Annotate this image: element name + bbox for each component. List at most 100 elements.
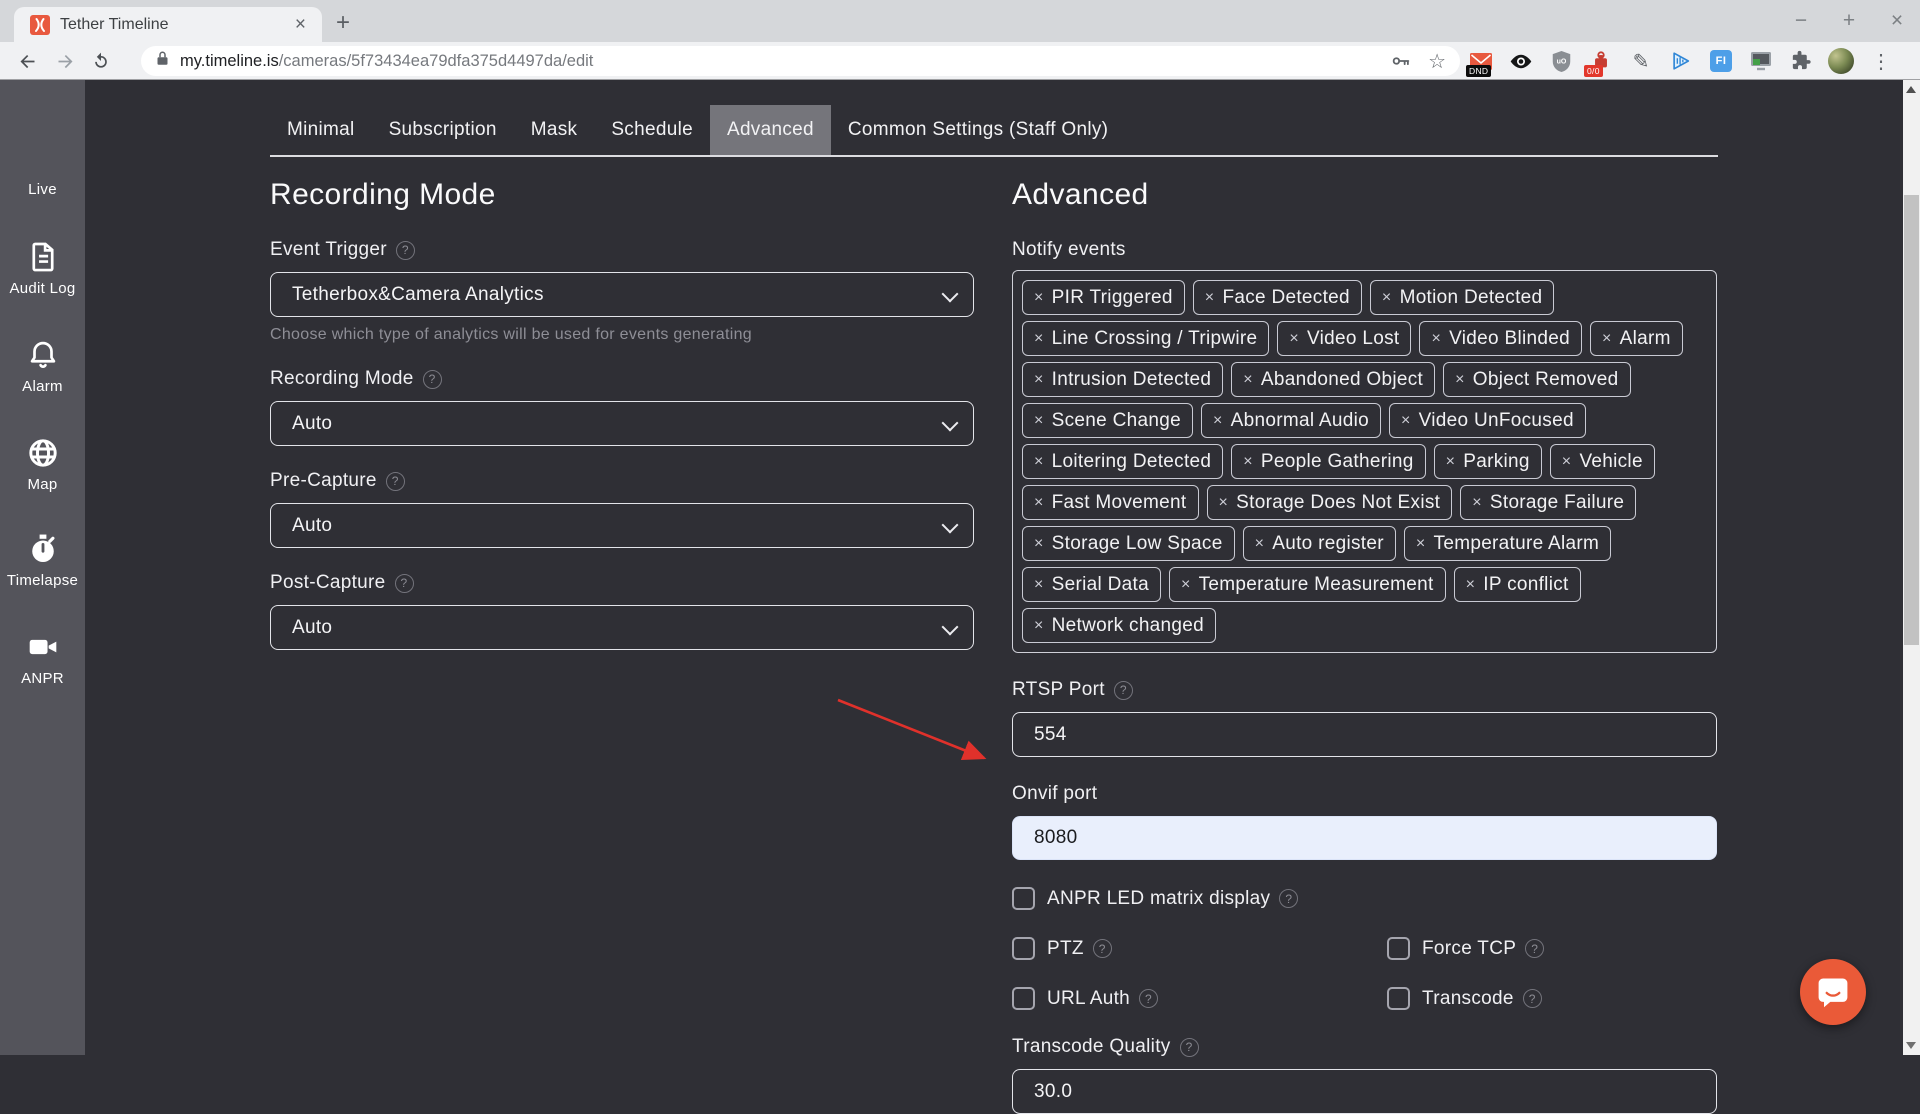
help-icon[interactable]: ?	[396, 241, 415, 260]
sidebar-item-alarm[interactable]: Alarm	[0, 338, 85, 395]
help-icon[interactable]: ?	[1180, 1038, 1199, 1057]
remove-tag-icon[interactable]: ×	[1034, 289, 1044, 307]
notify-event-tag[interactable]: ×Abandoned Object	[1231, 362, 1435, 397]
remove-tag-icon[interactable]: ×	[1243, 453, 1253, 471]
notify-event-tag[interactable]: ×Line Crossing / Tripwire	[1022, 321, 1269, 356]
notify-event-tag[interactable]: ×Object Removed	[1443, 362, 1630, 397]
help-icon[interactable]: ?	[1139, 989, 1158, 1008]
bookmark-star-icon[interactable]: ☆	[1428, 49, 1446, 74]
minimize-window-icon[interactable]: −	[1792, 9, 1810, 33]
checkbox-box[interactable]	[1012, 887, 1035, 910]
remove-tag-icon[interactable]: ×	[1181, 576, 1191, 594]
menu-dots-icon[interactable]: ⋮	[1866, 46, 1896, 76]
checkbox-url-auth[interactable]: URL Auth?	[1012, 987, 1387, 1010]
notify-event-tag[interactable]: ×Video Lost	[1277, 321, 1411, 356]
notify-event-tag[interactable]: ×Abnormal Audio	[1201, 403, 1381, 438]
remove-tag-icon[interactable]: ×	[1243, 371, 1253, 389]
eye-icon[interactable]	[1506, 46, 1536, 76]
event-trigger-select[interactable]: Tetherbox&Camera Analytics	[270, 272, 974, 317]
forward-button[interactable]	[52, 48, 78, 74]
checkbox-transcode[interactable]: Transcode?	[1387, 987, 1717, 1010]
scroll-down-icon[interactable]	[1906, 1042, 1916, 1049]
notify-event-tag[interactable]: ×PIR Triggered	[1022, 280, 1185, 315]
recording-mode-select[interactable]: Auto	[270, 401, 974, 446]
stream-counter-icon[interactable]: 0/0	[1586, 46, 1616, 76]
remove-tag-icon[interactable]: ×	[1289, 330, 1299, 348]
remove-tag-icon[interactable]: ×	[1562, 453, 1572, 471]
remove-tag-icon[interactable]: ×	[1213, 412, 1223, 430]
notify-event-tag[interactable]: ×Alarm	[1590, 321, 1683, 356]
remove-tag-icon[interactable]: ×	[1255, 535, 1265, 553]
remove-tag-icon[interactable]: ×	[1034, 371, 1044, 389]
checkbox-box[interactable]	[1012, 987, 1035, 1010]
notify-event-tag[interactable]: ×Auto register	[1243, 526, 1396, 561]
tab-advanced[interactable]: Advanced	[710, 105, 831, 155]
remove-tag-icon[interactable]: ×	[1034, 576, 1044, 594]
remove-tag-icon[interactable]: ×	[1446, 453, 1456, 471]
notify-event-tag[interactable]: ×Storage Low Space	[1022, 526, 1235, 561]
sidebar-item-audit-log[interactable]: Audit Log	[0, 240, 85, 297]
notify-events-box[interactable]: ×PIR Triggered×Face Detected×Motion Dete…	[1012, 270, 1717, 653]
checkbox-box[interactable]	[1387, 937, 1410, 960]
notify-event-tag[interactable]: ×Storage Does Not Exist	[1207, 485, 1453, 520]
remove-tag-icon[interactable]: ×	[1034, 535, 1044, 553]
tab-subscription[interactable]: Subscription	[372, 105, 514, 155]
notify-event-tag[interactable]: ×IP conflict	[1454, 567, 1581, 602]
reload-button[interactable]	[88, 48, 114, 74]
tab-mask[interactable]: Mask	[514, 105, 595, 155]
notify-event-tag[interactable]: ×Network changed	[1022, 608, 1216, 643]
remove-tag-icon[interactable]: ×	[1472, 494, 1482, 512]
tab-close-icon[interactable]: ×	[289, 14, 312, 36]
remove-tag-icon[interactable]: ×	[1034, 330, 1044, 348]
onvif-port-input[interactable]	[1012, 816, 1717, 860]
browser-tab[interactable]: Tether Timeline ×	[14, 7, 322, 42]
scroll-up-icon[interactable]	[1906, 86, 1916, 93]
notify-event-tag[interactable]: ×Face Detected	[1193, 280, 1362, 315]
remove-tag-icon[interactable]: ×	[1466, 576, 1476, 594]
avatar-icon[interactable]	[1826, 46, 1856, 76]
chat-widget-button[interactable]	[1800, 959, 1866, 1025]
post-capture-select[interactable]: Auto	[270, 605, 974, 650]
notify-event-tag[interactable]: ×Parking	[1434, 444, 1542, 479]
address-bar[interactable]: my.timeline.is/cameras/5f73434ea79dfa375…	[141, 46, 1460, 76]
sidebar-item-anpr[interactable]: ANPR	[0, 630, 85, 687]
notify-event-tag[interactable]: ×Temperature Measurement	[1169, 567, 1446, 602]
notify-event-tag[interactable]: ×Video Blinded	[1419, 321, 1581, 356]
font-tool-icon[interactable]: FI	[1706, 46, 1736, 76]
ublock-shield-icon[interactable]: uO	[1546, 46, 1576, 76]
notify-event-tag[interactable]: ×Scene Change	[1022, 403, 1193, 438]
remove-tag-icon[interactable]: ×	[1034, 412, 1044, 430]
scrollbar-thumb[interactable]	[1904, 195, 1919, 645]
new-tab-button[interactable]: +	[336, 8, 350, 38]
help-icon[interactable]: ?	[1093, 939, 1112, 958]
checkbox-ptz[interactable]: PTZ?	[1012, 937, 1387, 960]
remove-tag-icon[interactable]: ×	[1431, 330, 1441, 348]
remove-tag-icon[interactable]: ×	[1219, 494, 1229, 512]
notify-event-tag[interactable]: ×Motion Detected	[1370, 280, 1555, 315]
password-key-icon[interactable]	[1390, 50, 1412, 72]
rtsp-port-input[interactable]	[1012, 712, 1717, 757]
checkbox-box[interactable]	[1387, 987, 1410, 1010]
close-window-icon[interactable]: ×	[1888, 9, 1906, 33]
checkbox-anpr-led-matrix-display[interactable]: ANPR LED matrix display?	[1012, 887, 1717, 910]
help-icon[interactable]: ?	[1279, 889, 1298, 908]
help-icon[interactable]: ?	[423, 370, 442, 389]
checkbox-box[interactable]	[1012, 937, 1035, 960]
remove-tag-icon[interactable]: ×	[1034, 453, 1044, 471]
maximize-window-icon[interactable]: +	[1840, 9, 1858, 33]
tab-schedule[interactable]: Schedule	[594, 105, 710, 155]
notify-event-tag[interactable]: ×Serial Data	[1022, 567, 1161, 602]
checkbox-force-tcp[interactable]: Force TCP?	[1387, 937, 1717, 960]
transcode-quality-input[interactable]	[1012, 1069, 1717, 1114]
remove-tag-icon[interactable]: ×	[1382, 289, 1392, 307]
notify-event-tag[interactable]: ×Temperature Alarm	[1404, 526, 1611, 561]
help-icon[interactable]: ?	[1114, 681, 1133, 700]
notify-event-tag[interactable]: ×People Gathering	[1231, 444, 1425, 479]
notify-event-tag[interactable]: ×Intrusion Detected	[1022, 362, 1223, 397]
pre-capture-select[interactable]: Auto	[270, 503, 974, 548]
remove-tag-icon[interactable]: ×	[1416, 535, 1426, 553]
tab-common-settings-staff-only[interactable]: Common Settings (Staff Only)	[831, 105, 1125, 155]
remove-tag-icon[interactable]: ×	[1401, 412, 1411, 430]
help-icon[interactable]: ?	[386, 472, 405, 491]
remove-tag-icon[interactable]: ×	[1034, 617, 1044, 635]
